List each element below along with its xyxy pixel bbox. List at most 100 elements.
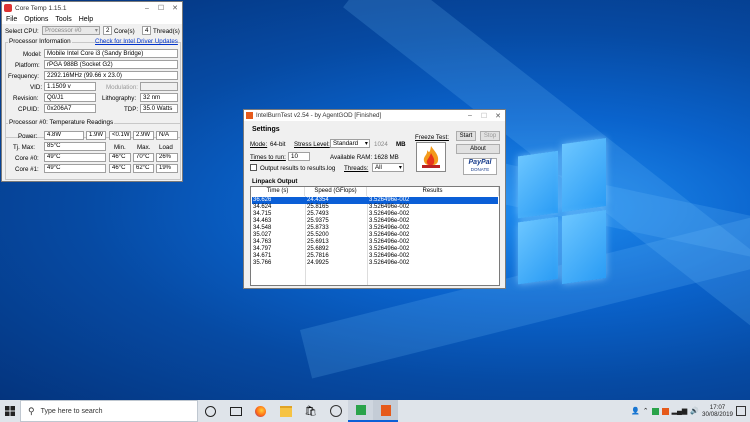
driver-update-link[interactable]: Check for Intel Driver Updates [95,38,178,45]
col-results-header[interactable]: Results [367,187,499,196]
maximize-button[interactable]: ☐ [154,4,168,12]
minimize-button[interactable]: – [463,112,477,119]
window-title: IntelBurnTest v2.54 - by AgentGOD [Finis… [256,112,382,119]
minimize-button[interactable]: – [140,5,154,12]
row-time: 34.763 [253,239,272,245]
ram-label: Available RAM: [330,154,373,161]
start-button[interactable] [0,400,20,422]
threads-select[interactable]: All ▾ [372,163,404,172]
table-row[interactable]: 34.624 25.8165 3.526496e-002 [252,204,498,211]
threads-label: Threads: [344,165,369,172]
mb-value: 1024 [374,141,388,148]
windows-logo [518,134,608,297]
intelburntest-task-icon[interactable] [373,400,398,422]
cortana-icon[interactable] [198,400,223,422]
vid-value: 1.1509 v [44,82,96,91]
paypal-donate-button[interactable]: PayPal DONATE [463,158,497,175]
core-temp-window: Core Temp 1.15.1 – ☐ ✕ File Options Tool… [1,1,183,182]
intelburntest-window: IntelBurnTest v2.54 - by AgentGOD [Finis… [243,109,506,289]
people-icon[interactable]: 👤 [631,407,640,415]
model-label: Model: [23,51,42,58]
threads-label: Thread(s) [153,28,180,35]
chevron-down-icon: ▾ [94,27,98,34]
row-result: 3.526496e-002 [369,260,410,266]
table-row[interactable]: 34.763 25.6913 3.526496e-002 [252,239,498,246]
table-row[interactable]: 34.671 25.7816 3.526496e-002 [252,253,498,260]
store-icon[interactable]: 🛍 [298,400,323,422]
temp-readings-title: Processor #0: Temperature Readings [8,119,115,126]
close-button[interactable]: ✕ [491,112,505,120]
processor-select[interactable]: Processor #0 ▾ [42,26,100,35]
table-row[interactable]: 34.715 25.7493 3.526496e-002 [252,211,498,218]
output-checkbox-label: Output results to results.log [260,165,336,172]
volume-icon[interactable]: 🔊 [690,407,699,415]
table-row[interactable]: 34.463 25.9375 3.526496e-002 [252,218,498,225]
platform-label: Platform: [15,62,40,69]
processor-info-title: Processor Information [8,38,72,45]
row-speed: 25.7816 [307,253,329,259]
table-row[interactable]: 36.626 24.4354 3.526496e-002 [252,197,498,204]
menu-file[interactable]: File [6,16,17,23]
ibt-titlebar[interactable]: IntelBurnTest v2.54 - by AgentGOD [Finis… [244,110,505,121]
col-time-header[interactable]: Time (s) [251,187,305,196]
col-speed-header[interactable]: Speed (GFlops) [305,187,367,196]
tray-app-icon[interactable] [651,407,659,415]
core-temp-titlebar[interactable]: Core Temp 1.15.1 – ☐ ✕ [2,2,182,14]
row-result: 3.526496e-002 [369,197,410,203]
firefox-icon[interactable] [248,400,273,422]
core-temp: 49°C [44,153,106,162]
table-row[interactable]: 34.797 25.6892 3.526496e-002 [252,246,498,253]
ram-value: 1628 MB [374,154,399,161]
close-button[interactable]: ✕ [168,4,182,12]
app-icon[interactable] [323,400,348,422]
chevron-up-icon[interactable]: ⌃ [643,407,649,415]
chevron-down-icon: ▾ [398,164,402,171]
file-explorer-icon[interactable] [273,400,298,422]
settings-label: Settings [252,126,280,133]
output-checkbox[interactable] [250,164,257,171]
table-row[interactable]: 35.766 24.9925 3.526496e-002 [252,260,498,267]
tray-app-icon[interactable] [661,407,669,415]
menu-options[interactable]: Options [24,16,48,23]
maximize-button[interactable]: ☐ [477,112,491,120]
core-temp-task-icon[interactable] [348,400,373,422]
model-value: Mobile Intel Core i3 (Sandy Bridge) [44,49,178,58]
stop-button[interactable]: Stop [480,131,500,141]
times-input[interactable]: 10 [288,152,310,161]
row-speed: 24.4354 [307,197,329,203]
row-time: 36.626 [253,197,272,203]
start-button[interactable]: Start [456,131,476,141]
load-header: Load [159,144,173,151]
lithography-value: 32 nm [140,93,178,102]
table-row[interactable]: 35.027 25.5200 3.526496e-002 [252,232,498,239]
row-result: 3.526496e-002 [369,204,410,210]
notifications-icon[interactable] [736,406,746,416]
row-speed: 25.8165 [307,204,329,210]
stress-level-select[interactable]: Standard ▾ [330,139,370,148]
menu-help[interactable]: Help [79,16,93,23]
table-row[interactable]: 34.548 25.8733 3.526496e-002 [252,225,498,232]
row-result: 3.526496e-002 [369,211,410,217]
donate-text: DONATE [470,167,490,172]
linpack-output-list[interactable]: Time (s) Speed (GFlops) Results 36.626 24… [250,186,500,286]
menu-tools[interactable]: Tools [55,16,71,23]
about-button[interactable]: About [456,144,500,154]
window-title: Core Temp 1.15.1 [15,4,67,12]
core-label: Core #1: [15,166,39,173]
row-speed: 25.5200 [307,232,329,238]
mode-label: Mode: [250,141,268,148]
core-label: Core #0: [15,155,39,162]
network-icon[interactable]: ▂▄▆ [672,407,688,415]
row-speed: 25.6913 [307,239,329,245]
min-header: Min. [114,144,126,151]
windows-icon [5,406,15,416]
task-view-icon[interactable] [223,400,248,422]
row-speed: 25.9375 [307,218,329,224]
row-result: 3.526496e-002 [369,239,410,245]
search-box[interactable]: ⚲ Type here to search [20,400,198,422]
threads-count: 4 [142,26,151,35]
core-max: 62°C [133,164,154,173]
clock[interactable]: 17:07 30/08/2019 [702,404,733,418]
row-speed: 25.7493 [307,211,329,217]
flame-icon[interactable] [416,142,446,172]
